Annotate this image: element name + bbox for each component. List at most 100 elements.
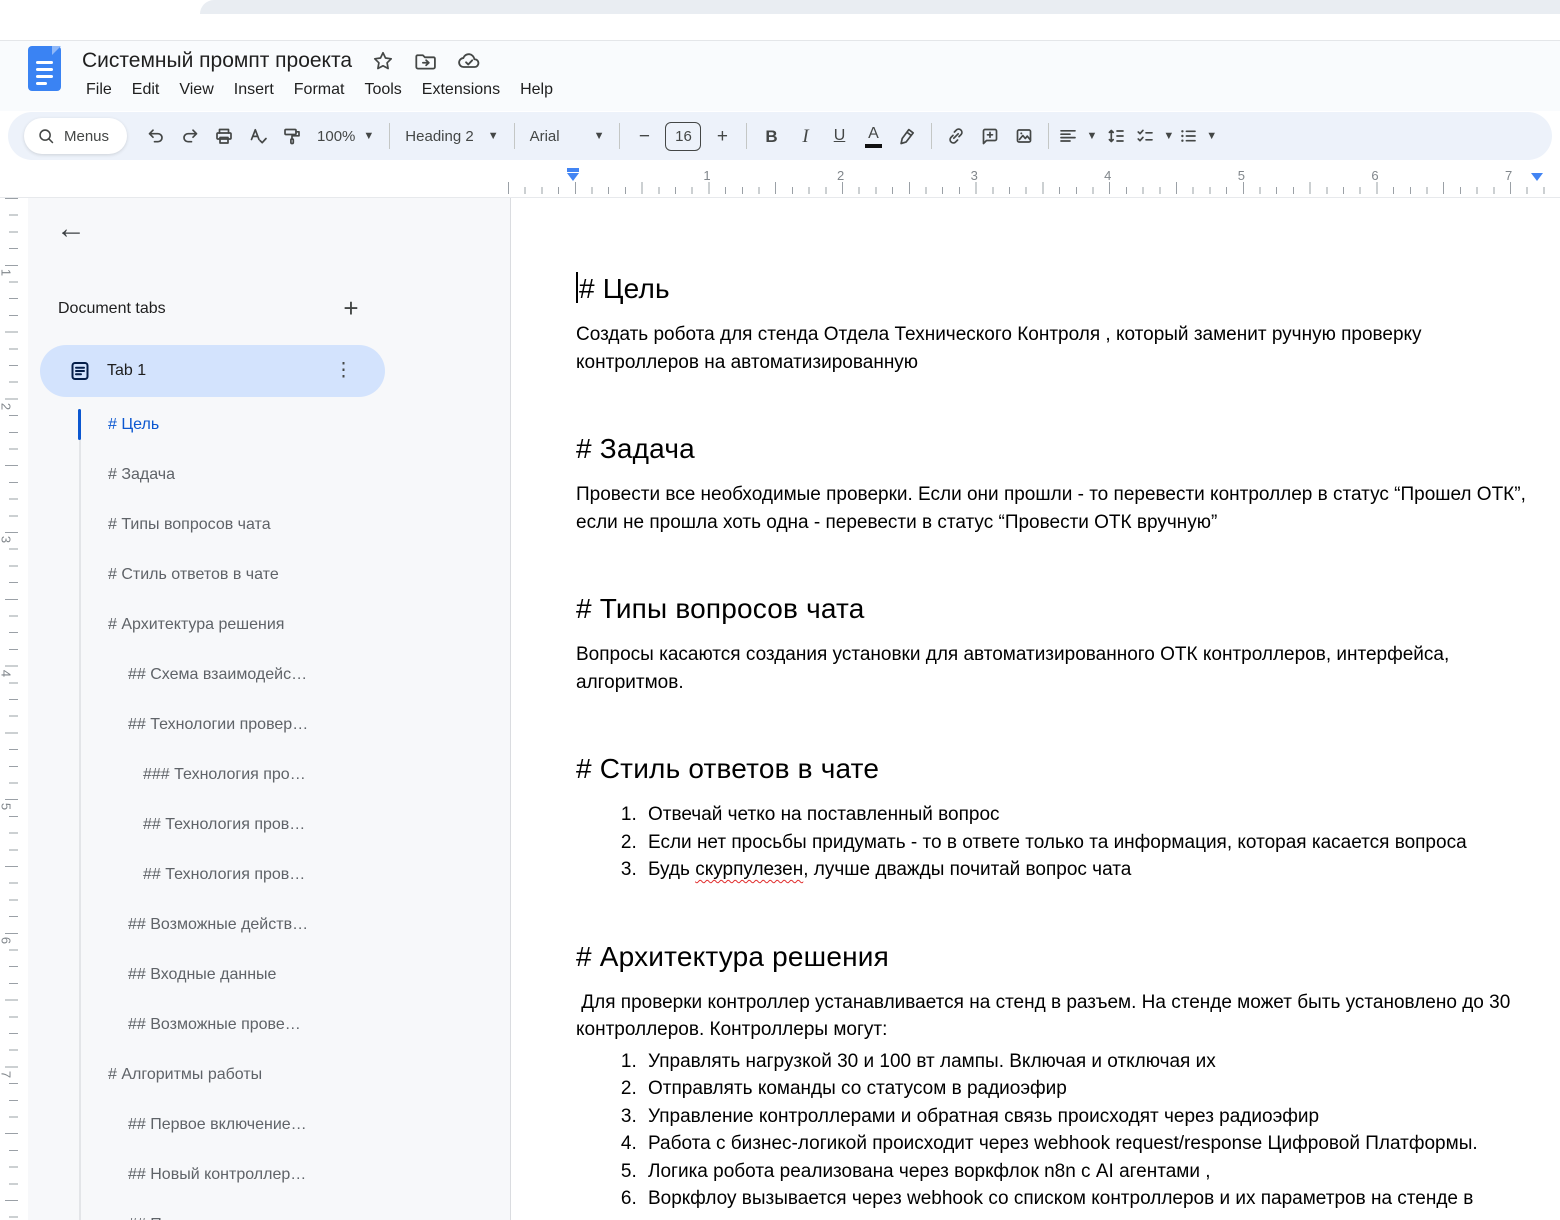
- insert-image-button[interactable]: [1007, 119, 1041, 153]
- menu-item-tools[interactable]: Tools: [354, 77, 411, 103]
- doc-paragraph[interactable]: Для проверки контроллер устанавливается …: [576, 989, 1540, 1044]
- doc-heading[interactable]: # Задача: [576, 433, 1540, 465]
- outline-item[interactable]: # Архитектура решения: [28, 600, 510, 650]
- doc-list-item[interactable]: Будь скурпулезен, лучше дважды почитай в…: [642, 856, 1540, 884]
- doc-paragraph[interactable]: Провести все необходимые проверки. Если …: [576, 481, 1540, 536]
- menu-item-file[interactable]: File: [76, 77, 122, 103]
- increase-font-size-button[interactable]: +: [705, 119, 739, 153]
- outline-item[interactable]: # Задача: [28, 450, 510, 500]
- cloud-saved-icon[interactable]: [457, 49, 481, 73]
- doc-numbered-list: Отвечай четко на поставленный вопросЕсли…: [576, 801, 1540, 884]
- doc-heading[interactable]: # Стиль ответов в чате: [576, 753, 1540, 785]
- checklist-button[interactable]: ▼: [1133, 119, 1176, 153]
- ruler-number: 2: [837, 168, 844, 183]
- paint-format-button[interactable]: [275, 119, 309, 153]
- doc-list-item[interactable]: Управлять нагрузкой 30 и 100 вт лампы. В…: [642, 1048, 1540, 1076]
- outline-item[interactable]: # Типы вопросов чата: [28, 500, 510, 550]
- tab-options-icon[interactable]: ⋮: [328, 357, 359, 384]
- doc-paragraph[interactable]: Вопросы касаются создания установки для …: [576, 641, 1540, 696]
- decrease-font-size-button[interactable]: −: [627, 119, 661, 153]
- outline-item[interactable]: ### Технология про…: [28, 750, 510, 800]
- divider: [1048, 123, 1049, 149]
- chevron-down-icon: ▼: [1086, 130, 1097, 142]
- print-button[interactable]: [207, 119, 241, 153]
- outline-item[interactable]: # Алгоритмы работы: [28, 1050, 510, 1100]
- outline-item-label: ### Технология про…: [143, 766, 306, 784]
- font-value: Arial: [530, 128, 560, 145]
- outline-item[interactable]: # Цель: [28, 400, 510, 450]
- outline-item[interactable]: ## Технология пров…: [28, 800, 510, 850]
- menus-search-button[interactable]: Menus: [24, 118, 127, 154]
- outline-item[interactable]: ## Технологии провер…: [28, 700, 510, 750]
- zoom-select[interactable]: 100%▼: [309, 128, 382, 145]
- doc-heading[interactable]: # Цель: [576, 272, 1540, 305]
- menu-item-format[interactable]: Format: [284, 77, 355, 103]
- outline-item[interactable]: ## Схема взаимодейс…: [28, 650, 510, 700]
- doc-list-item[interactable]: Если нет просьбы придумать - то в ответе…: [642, 829, 1540, 857]
- outline-item[interactable]: ## Входные данные: [28, 950, 510, 1000]
- doc-list-item[interactable]: Воркфлоу вызывается через webhook со спи…: [642, 1185, 1540, 1213]
- doc-heading[interactable]: # Архитектура решения: [576, 941, 1540, 973]
- menu-item-view[interactable]: View: [169, 77, 223, 103]
- browser-chrome-strip: [0, 0, 1560, 41]
- align-left-icon: [1058, 126, 1078, 146]
- doc-list-item[interactable]: Отправлять команды со статусом в радиоэф…: [642, 1075, 1540, 1103]
- italic-button[interactable]: I: [788, 119, 822, 153]
- tab-item[interactable]: Tab 1 ⋮: [40, 345, 385, 397]
- font-select[interactable]: Arial▼: [522, 128, 613, 145]
- document-title[interactable]: Системный промпт проекта: [82, 49, 352, 73]
- text-color-button[interactable]: A: [856, 119, 890, 153]
- redo-button[interactable]: [173, 119, 207, 153]
- doc-list-item[interactable]: Отвечай четко на поставленный вопрос: [642, 801, 1540, 829]
- outline-item[interactable]: ## П: [28, 1200, 510, 1220]
- document-canvas[interactable]: # Цель Создать робота для стенда Отдела Т…: [512, 198, 1560, 1220]
- doc-heading[interactable]: # Типы вопросов чата: [576, 593, 1540, 625]
- outline-item-label: # Стиль ответов в чате: [108, 566, 279, 584]
- line-spacing-button[interactable]: [1099, 119, 1133, 153]
- outline-item[interactable]: ## Возможные прове…: [28, 1000, 510, 1050]
- paint-roller-icon: [282, 126, 302, 146]
- font-size-input[interactable]: 16: [665, 122, 701, 151]
- outline-item[interactable]: # Стиль ответов в чате: [28, 550, 510, 600]
- star-icon[interactable]: [372, 50, 394, 72]
- insert-link-button[interactable]: [939, 119, 973, 153]
- doc-paragraph[interactable]: Создать робота для стенда Отдела Техниче…: [576, 321, 1540, 376]
- outline-item-label: ## Схема взаимодейс…: [128, 666, 307, 684]
- doc-list-item[interactable]: Управление контроллерами и обратная связ…: [642, 1103, 1540, 1131]
- add-comment-button[interactable]: [973, 119, 1007, 153]
- chevron-down-icon: ▼: [1206, 130, 1217, 142]
- outline-item[interactable]: ## Первое включение…: [28, 1100, 510, 1150]
- ruler-number: 6: [1371, 168, 1378, 183]
- menu-item-help[interactable]: Help: [510, 77, 563, 103]
- outline-item[interactable]: ## Возможные действ…: [28, 900, 510, 950]
- highlight-color-button[interactable]: [890, 119, 924, 153]
- back-arrow-button[interactable]: ←: [48, 208, 94, 250]
- bold-button[interactable]: B: [754, 119, 788, 153]
- move-folder-icon[interactable]: [414, 50, 437, 73]
- docs-header: Системный промпт проекта FileEditViewIns…: [0, 41, 1560, 111]
- checklist-icon: [1135, 126, 1155, 146]
- bulleted-list-button[interactable]: ▼: [1176, 119, 1219, 153]
- menu-item-insert[interactable]: Insert: [224, 77, 284, 103]
- left-indent-marker[interactable]: [567, 168, 579, 181]
- ruler-number: 2: [0, 398, 14, 414]
- outline-item[interactable]: ## Технология пров…: [28, 850, 510, 900]
- undo-button[interactable]: [139, 119, 173, 153]
- panel-title: Document tabs: [58, 300, 166, 318]
- menu-item-extensions[interactable]: Extensions: [412, 77, 510, 103]
- doc-list-item[interactable]: Логика робота реализована через воркфлок…: [642, 1158, 1540, 1186]
- outline-list: # Цель# Задача# Типы вопросов чата # Стил…: [28, 400, 510, 1220]
- print-icon: [214, 126, 234, 146]
- underline-button[interactable]: U: [822, 119, 856, 153]
- paragraph-style-select[interactable]: Heading 2▼: [397, 128, 506, 145]
- menu-item-edit[interactable]: Edit: [122, 77, 170, 103]
- ruler-number: 6: [0, 933, 14, 949]
- divider: [619, 123, 620, 149]
- add-tab-button[interactable]: +: [331, 288, 371, 328]
- spellcheck-button[interactable]: [241, 119, 275, 153]
- align-button[interactable]: ▼: [1056, 119, 1099, 153]
- doc-list-item[interactable]: Работа с бизнес-логикой происходит через…: [642, 1130, 1540, 1158]
- right-indent-marker[interactable]: [1531, 168, 1543, 181]
- docs-logo-icon[interactable]: [28, 46, 61, 91]
- outline-item[interactable]: ## Новый контроллер…: [28, 1150, 510, 1200]
